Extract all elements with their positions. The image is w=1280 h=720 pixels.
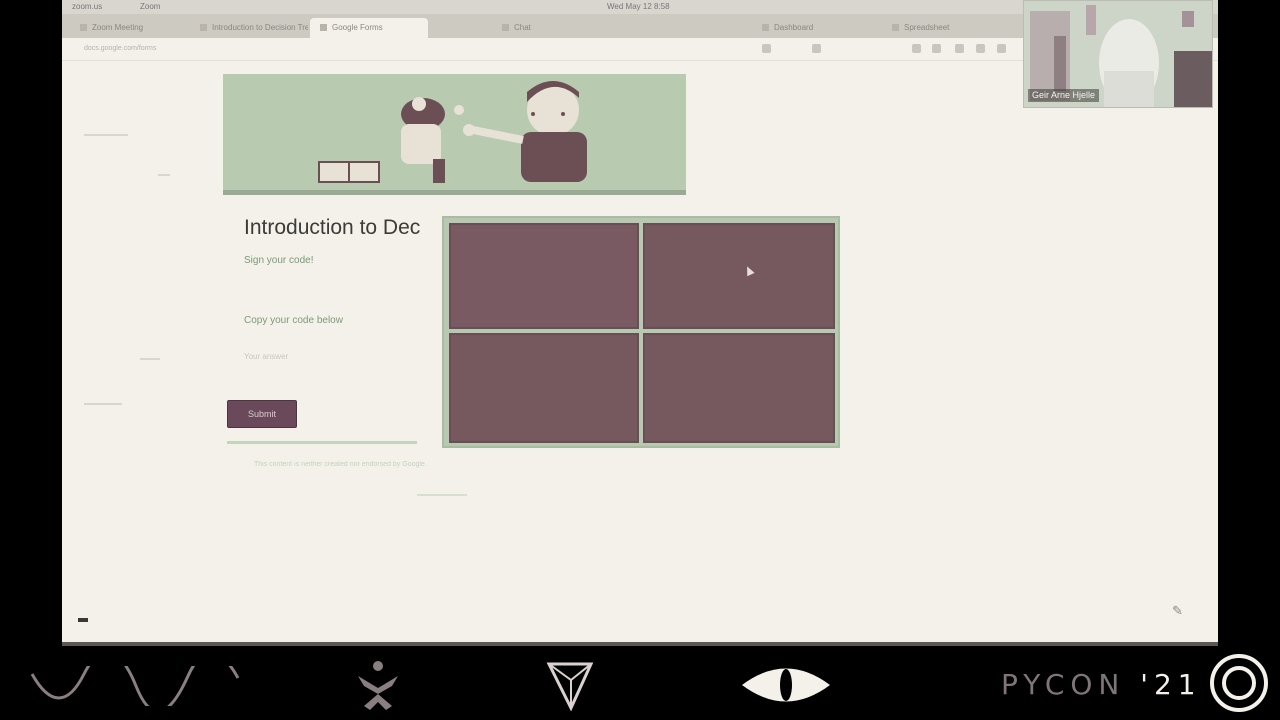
extension-icon[interactable] xyxy=(955,44,964,53)
dock-indicator xyxy=(78,618,88,622)
browser-tab[interactable]: Dashboard xyxy=(752,18,870,38)
menubar-menu[interactable]: Zoom xyxy=(140,0,160,14)
browser-tab-active[interactable]: Google Forms xyxy=(310,18,428,38)
sidebar-ghost xyxy=(84,134,128,136)
ring-logo-icon xyxy=(1210,654,1268,712)
browser-tab[interactable]: Spreadsheet xyxy=(882,18,1000,38)
question-label: Copy your code below xyxy=(244,315,343,326)
address-bar[interactable]: docs.google.com/forms xyxy=(84,43,724,55)
submit-button[interactable]: Submit xyxy=(227,400,297,428)
tab-label: Spreadsheet xyxy=(904,23,950,32)
form-title: Introduction to Dec xyxy=(244,216,421,239)
tab-label: Dashboard xyxy=(774,23,814,32)
tab-label: Google Forms xyxy=(332,23,383,32)
figure-logo-icon xyxy=(358,661,398,710)
form-header-banner xyxy=(223,74,686,195)
browser-tab[interactable]: Zoom Meeting xyxy=(70,18,188,38)
participant-name: Geir Arne Hjelle xyxy=(1028,89,1100,102)
extension-icon[interactable] xyxy=(912,44,921,53)
extension-icon[interactable] xyxy=(932,44,941,53)
video-grid-overlay xyxy=(442,216,840,448)
favicon-icon xyxy=(80,24,87,32)
form-subtitle: Sign your code! xyxy=(244,255,314,266)
event-name: PYCON xyxy=(1001,668,1126,701)
wave-logo-icon xyxy=(30,666,240,706)
favicon-icon xyxy=(762,24,769,32)
video-tile[interactable] xyxy=(643,223,835,329)
extension-icon[interactable] xyxy=(976,44,985,53)
pen-icon[interactable]: ✎ xyxy=(1172,603,1188,619)
favicon-icon xyxy=(200,24,207,32)
answer-input[interactable]: Your answer xyxy=(244,352,288,361)
google-forms-logo xyxy=(417,494,467,496)
tab-label: Zoom Meeting xyxy=(92,23,144,32)
favicon-icon xyxy=(320,24,327,32)
webcam-tile: Geir Arne Hjelle xyxy=(1023,0,1213,108)
triangle-logo-icon xyxy=(546,662,594,712)
sidebar-ghost xyxy=(140,358,160,360)
video-tile[interactable] xyxy=(449,223,639,329)
favicon-icon xyxy=(502,24,509,32)
tab-label: Chat xyxy=(514,23,531,32)
menubar-app-name[interactable]: zoom.us xyxy=(72,0,102,14)
sidebar-ghost xyxy=(158,174,170,176)
event-wordmark: PYCON '21 xyxy=(1001,668,1202,701)
form-footer-rule xyxy=(227,441,417,444)
form-footer-note: This content is neither created nor endo… xyxy=(254,461,427,468)
eye-logo-icon xyxy=(742,668,830,702)
menu-icon[interactable] xyxy=(997,44,1006,53)
browser-tab[interactable]: Chat xyxy=(492,18,610,38)
tab-label: Introduction to Decision Trees xyxy=(212,23,308,32)
favicon-icon xyxy=(892,24,899,32)
video-tile[interactable] xyxy=(449,333,639,443)
browser-tab[interactable]: Introduction to Decision Trees xyxy=(190,18,308,38)
sidebar-ghost xyxy=(84,403,122,405)
bookmark-icon[interactable] xyxy=(762,44,771,53)
video-tile[interactable] xyxy=(643,333,835,443)
menubar-clock: Wed May 12 8:58 xyxy=(607,2,670,11)
share-icon[interactable] xyxy=(812,44,821,53)
event-year: '21 xyxy=(1125,668,1202,701)
